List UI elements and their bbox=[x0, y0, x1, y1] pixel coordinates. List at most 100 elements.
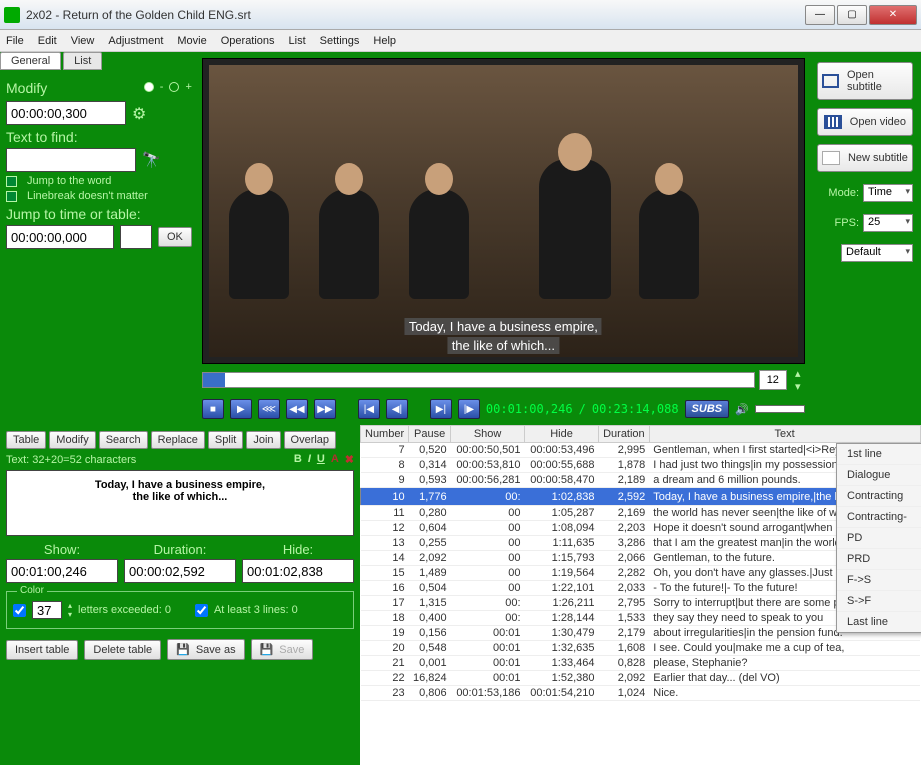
close-button[interactable]: ✕ bbox=[869, 5, 917, 25]
menu-edit[interactable]: Edit bbox=[38, 35, 57, 47]
delete-table-button[interactable]: Delete table bbox=[84, 640, 161, 660]
stop-button[interactable]: ■ bbox=[202, 399, 224, 419]
prev-frame-button[interactable]: ◀| bbox=[386, 399, 408, 419]
jump-ok-button[interactable]: OK bbox=[158, 227, 192, 247]
modify-radio-minus[interactable] bbox=[144, 82, 154, 92]
color-group: Color ▴▾ letters exceeded: 0 At least 3 … bbox=[6, 591, 354, 629]
gear-icon[interactable]: ⚙ bbox=[132, 104, 150, 122]
tab-table[interactable]: Table bbox=[6, 431, 46, 449]
delete-icon[interactable]: ✖ bbox=[345, 453, 354, 466]
disk-icon: 💾 bbox=[176, 643, 190, 656]
tab-replace[interactable]: Replace bbox=[151, 431, 205, 449]
table-row[interactable]: 230,80600:01:53,18600:01:54,2101,024Nice… bbox=[361, 686, 921, 701]
format-a-button[interactable]: A bbox=[331, 453, 339, 466]
speaker-icon[interactable]: 🔊 bbox=[735, 403, 749, 416]
atleast-checkbox[interactable] bbox=[195, 604, 208, 617]
tab-split[interactable]: Split bbox=[208, 431, 243, 449]
new-subtitle-button[interactable]: New subtitle bbox=[817, 144, 913, 172]
subtitle-icon bbox=[822, 74, 839, 88]
ctx-item[interactable]: S->F bbox=[837, 591, 921, 612]
rewind-button[interactable]: ◀◀ bbox=[286, 399, 308, 419]
insert-table-button[interactable]: Insert table bbox=[6, 640, 78, 660]
next-frame-button[interactable]: ▶| bbox=[430, 399, 452, 419]
subtitle-overlay: Today, I have a business empire,the like… bbox=[405, 317, 602, 355]
find-label: Text to find: bbox=[6, 129, 192, 145]
subs-toggle-button[interactable]: SUBS bbox=[685, 400, 730, 418]
modify-input[interactable] bbox=[6, 101, 126, 125]
next-sub-button[interactable]: |▶ bbox=[458, 399, 480, 419]
open-video-button[interactable]: Open video bbox=[817, 108, 913, 136]
maximize-button[interactable]: ▢ bbox=[837, 5, 867, 25]
subtitle-editor[interactable]: Today, I have a business empire,the like… bbox=[6, 470, 354, 536]
fps-select[interactable]: 25 bbox=[863, 214, 913, 232]
bold-button[interactable]: B bbox=[294, 453, 302, 466]
ctx-item[interactable]: F->S bbox=[837, 570, 921, 591]
tab-search[interactable]: Search bbox=[99, 431, 148, 449]
jump-word-checkbox[interactable] bbox=[6, 176, 17, 187]
window-title: 2x02 - Return of the Golden Child ENG.sr… bbox=[26, 8, 805, 22]
tab-list[interactable]: List bbox=[63, 52, 102, 70]
letters-input[interactable] bbox=[32, 601, 62, 619]
hide-input[interactable] bbox=[242, 559, 354, 583]
col-number[interactable]: Number bbox=[361, 426, 409, 443]
find-input[interactable] bbox=[6, 148, 136, 172]
right-panel: Open subtitle Open video New subtitle Mo… bbox=[809, 52, 921, 425]
minimize-button[interactable]: — bbox=[805, 5, 835, 25]
col-duration[interactable]: Duration bbox=[598, 426, 649, 443]
menu-view[interactable]: View bbox=[71, 35, 95, 47]
time-current: 00:01:00,246 bbox=[486, 402, 573, 416]
col-text[interactable]: Text bbox=[649, 426, 920, 443]
speed-button[interactable]: ⋘ bbox=[258, 399, 280, 419]
left-panel: General List Modify - + ⚙ Text to find: … bbox=[0, 52, 198, 425]
modify-label: Modify bbox=[6, 80, 47, 96]
play-button[interactable]: ▶ bbox=[230, 399, 252, 419]
ctx-item[interactable]: Dialogue bbox=[837, 465, 921, 486]
linebreak-checkbox[interactable] bbox=[6, 191, 17, 202]
seek-value[interactable]: 12 bbox=[759, 370, 787, 390]
app-icon bbox=[4, 7, 20, 23]
ctx-item[interactable]: Last line bbox=[837, 612, 921, 632]
menu-settings[interactable]: Settings bbox=[320, 35, 360, 47]
col-show[interactable]: Show bbox=[451, 426, 525, 443]
mode-select[interactable]: Time bbox=[863, 184, 913, 202]
tab-general[interactable]: General bbox=[0, 52, 61, 70]
ctx-item[interactable]: Contracting- bbox=[837, 507, 921, 528]
forward-button[interactable]: ▶▶ bbox=[314, 399, 336, 419]
video-player[interactable]: Today, I have a business empire,the like… bbox=[202, 58, 805, 364]
show-input[interactable] bbox=[6, 559, 118, 583]
table-row[interactable]: 200,54800:011:32,6351,608I see. Could yo… bbox=[361, 641, 921, 656]
volume-slider[interactable] bbox=[755, 405, 805, 413]
col-hide[interactable]: Hide bbox=[525, 426, 599, 443]
tab-modify[interactable]: Modify bbox=[49, 431, 95, 449]
menu-list[interactable]: List bbox=[289, 35, 306, 47]
col-pause[interactable]: Pause bbox=[409, 426, 451, 443]
table-row[interactable]: 2216,82400:011:52,3802,092Earlier that d… bbox=[361, 671, 921, 686]
duration-input[interactable] bbox=[124, 559, 236, 583]
open-subtitle-button[interactable]: Open subtitle bbox=[817, 62, 913, 100]
jump-time-input[interactable] bbox=[6, 225, 114, 249]
ctx-item[interactable]: 1st line bbox=[837, 444, 921, 465]
binoculars-icon[interactable]: 🔭 bbox=[142, 151, 161, 169]
tab-join[interactable]: Join bbox=[246, 431, 280, 449]
jump-table-input[interactable] bbox=[120, 225, 152, 249]
default-select[interactable]: Default bbox=[841, 244, 913, 262]
ctx-item[interactable]: Contracting bbox=[837, 486, 921, 507]
menu-operations[interactable]: Operations bbox=[221, 35, 275, 47]
italic-button[interactable]: I bbox=[308, 453, 311, 466]
table-row[interactable]: 210,00100:011:33,4640,828please, Stephan… bbox=[361, 656, 921, 671]
ctx-item[interactable]: PRD bbox=[837, 549, 921, 570]
underline-button[interactable]: U bbox=[317, 453, 325, 466]
menu-help[interactable]: Help bbox=[373, 35, 396, 47]
ctx-item[interactable]: PD bbox=[837, 528, 921, 549]
menu-adjustment[interactable]: Adjustment bbox=[108, 35, 163, 47]
menu-movie[interactable]: Movie bbox=[177, 35, 206, 47]
seek-bar[interactable] bbox=[202, 372, 755, 388]
letters-checkbox[interactable] bbox=[13, 604, 26, 617]
tab-overlap[interactable]: Overlap bbox=[284, 431, 337, 449]
menu-file[interactable]: File bbox=[6, 35, 24, 47]
modify-radio-plus[interactable] bbox=[169, 82, 179, 92]
video-area: Today, I have a business empire,the like… bbox=[198, 52, 809, 425]
prev-sub-button[interactable]: |◀ bbox=[358, 399, 380, 419]
save-button[interactable]: 💾Save bbox=[251, 639, 314, 660]
save-as-button[interactable]: 💾Save as bbox=[167, 639, 244, 660]
